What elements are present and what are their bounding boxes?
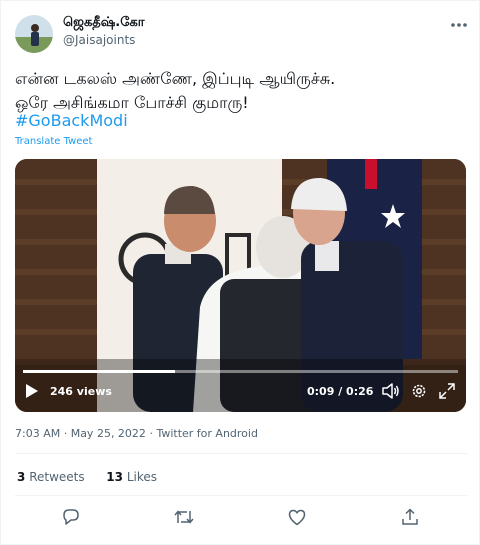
video-time: 0:09 / 0:26 bbox=[307, 384, 374, 398]
tweet-text-line: என்ன டகலஸ் அண்ணே, இப்புடி ஆயிருச்சு. bbox=[15, 69, 336, 88]
retweets-count: 3 bbox=[17, 470, 26, 484]
fullscreen-button[interactable] bbox=[439, 380, 455, 402]
tweet-card: ஜெகதீஷ்.கோ @Jaisajoints என்ன டகலஸ் அண்ணே… bbox=[0, 0, 480, 545]
volume-icon bbox=[382, 383, 399, 399]
hashtag-link[interactable]: #GoBackModi bbox=[15, 111, 128, 130]
more-icon[interactable] bbox=[449, 15, 469, 35]
avatar[interactable] bbox=[15, 15, 53, 53]
tweet-client[interactable]: Twitter for Android bbox=[156, 427, 258, 440]
video-player[interactable]: 246 views 0:09 / 0:26 bbox=[15, 159, 466, 412]
play-button[interactable] bbox=[25, 380, 39, 402]
like-icon bbox=[288, 509, 306, 525]
play-icon bbox=[26, 384, 38, 398]
divider bbox=[15, 453, 467, 454]
retweets-label: Retweets bbox=[29, 470, 85, 484]
tweet-stats: 3 Retweets 13 Likes bbox=[17, 470, 157, 484]
retweet-icon bbox=[174, 510, 194, 524]
share-icon bbox=[402, 508, 418, 525]
fullscreen-icon bbox=[439, 383, 455, 399]
divider bbox=[15, 495, 467, 496]
video-progress-bar[interactable] bbox=[23, 370, 458, 373]
reply-icon bbox=[63, 509, 79, 525]
translate-tweet-link[interactable]: Translate Tweet bbox=[15, 136, 92, 147]
settings-icon bbox=[412, 384, 426, 398]
likes-label: Likes bbox=[126, 470, 157, 484]
likes-stat[interactable]: 13 Likes bbox=[106, 470, 157, 484]
view-count: 246 views bbox=[50, 384, 112, 398]
retweet-button[interactable] bbox=[173, 506, 195, 528]
tweet-timestamp[interactable]: 7:03 AM · May 25, 2022 bbox=[15, 427, 146, 440]
share-button[interactable] bbox=[399, 506, 421, 528]
like-button[interactable] bbox=[286, 506, 308, 528]
settings-button[interactable] bbox=[411, 380, 427, 402]
video-frame bbox=[15, 159, 466, 412]
display-name[interactable]: ஜெகதீஷ்.கோ bbox=[63, 15, 145, 31]
video-progress-fill bbox=[23, 370, 176, 373]
user-handle[interactable]: @Jaisajoints bbox=[63, 33, 135, 47]
retweets-stat[interactable]: 3 Retweets bbox=[17, 470, 85, 484]
likes-count: 13 bbox=[106, 470, 123, 484]
reply-button[interactable] bbox=[60, 506, 82, 528]
volume-button[interactable] bbox=[382, 380, 400, 402]
tweet-text: என்ன டகலஸ் அண்ணே, இப்புடி ஆயிருச்சு. ஒரே… bbox=[15, 67, 467, 115]
tweet-meta: 7:03 AM · May 25, 2022 · Twitter for And… bbox=[15, 427, 258, 440]
